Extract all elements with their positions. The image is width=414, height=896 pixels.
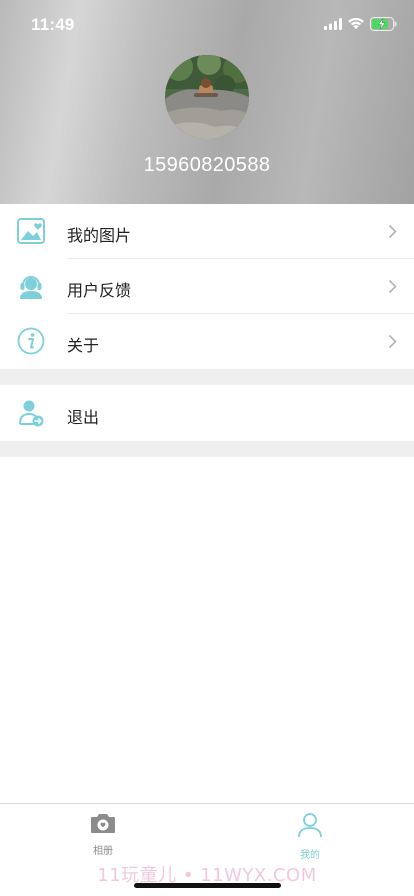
tab-label: 相册 — [93, 846, 113, 857]
battery-charging-icon — [370, 17, 397, 31]
menu-item-feedback[interactable]: 用户反馈 — [0, 259, 414, 314]
home-indicator — [134, 883, 281, 888]
menu-item-label: 关于 — [67, 336, 100, 355]
headset-icon — [20, 276, 42, 299]
tab-label: 我的 — [300, 850, 320, 861]
user-logout-icon — [19, 400, 44, 427]
menu-item-about[interactable]: 关于 — [0, 314, 414, 369]
logout-button[interactable]: 退出 — [0, 386, 414, 441]
section-spacer — [0, 369, 414, 385]
profile-header: 11:49 15960820588 — [0, 0, 414, 204]
phone-number: 15960820588 — [143, 154, 271, 176]
camera-icon — [91, 814, 115, 833]
menu-item-my-pictures[interactable]: 我的图片 — [0, 204, 414, 259]
tab-mine[interactable]: 我的 — [280, 812, 340, 861]
info-icon — [17, 327, 45, 355]
picture-icon — [17, 218, 45, 244]
avatar[interactable] — [165, 55, 249, 139]
chevron-right-icon — [388, 279, 397, 294]
chevron-right-icon — [388, 224, 397, 239]
chevron-right-icon — [388, 334, 397, 349]
tab-bar: 相册 我的 11玩童儿 • 11WYX.COM — [0, 803, 414, 896]
wifi-icon — [348, 17, 364, 29]
section-spacer — [0, 441, 414, 457]
menu-list: 我的图片 用户反馈 关于 — [0, 204, 414, 385]
logout-label: 退出 — [67, 408, 100, 427]
avatar-photo-icon — [165, 55, 249, 139]
status-bar: 11:49 — [0, 0, 414, 48]
menu-item-label: 用户反馈 — [67, 281, 132, 300]
menu-item-label: 我的图片 — [67, 226, 132, 245]
signal-icon — [324, 18, 342, 30]
person-icon — [298, 813, 322, 838]
tab-album[interactable]: 相册 — [73, 812, 133, 857]
status-time: 11:49 — [31, 15, 75, 34]
